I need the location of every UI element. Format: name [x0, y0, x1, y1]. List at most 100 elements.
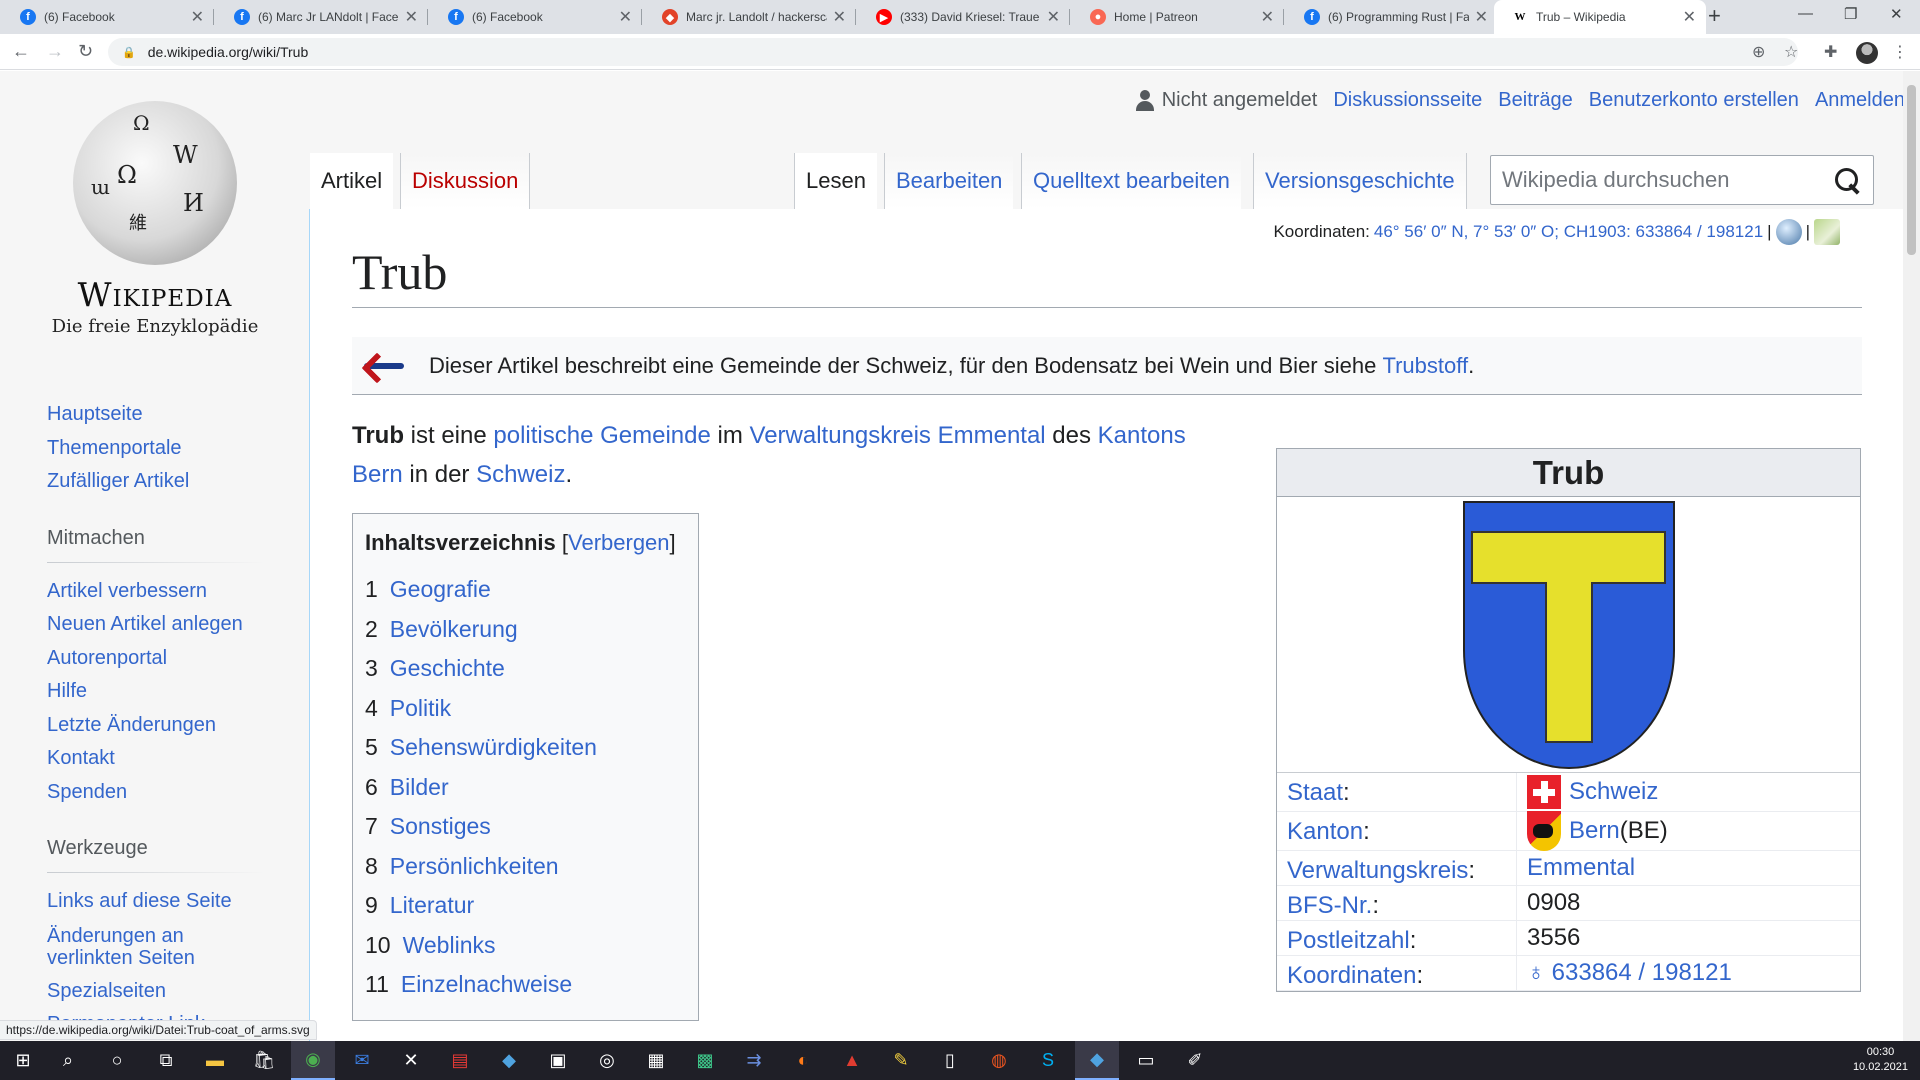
notes-icon[interactable]: ✐: [1182, 1048, 1208, 1072]
infobox-label[interactable]: Staat:: [1277, 773, 1517, 811]
toc-link[interactable]: Bilder: [390, 768, 449, 808]
cortana-icon[interactable]: ○: [104, 1048, 130, 1072]
document-icon[interactable]: ▯: [937, 1048, 963, 1072]
lead-link-verwaltungskreis[interactable]: Verwaltungskreis Emmental: [750, 422, 1046, 449]
close-tab-icon[interactable]: ✕: [1047, 7, 1060, 27]
wikipedia-logo[interactable]: Ω W Ω И 維 ɯ Wikipedia Die freie Enzyklop…: [47, 101, 263, 337]
hatnote-link[interactable]: Trubstoff: [1382, 353, 1468, 379]
inkscape-icon[interactable]: ✕: [398, 1048, 424, 1072]
toc-item[interactable]: 11 Einzelnachweise: [365, 965, 686, 1005]
talk-page-link[interactable]: Diskussionsseite: [1333, 89, 1482, 112]
infobox-value-text[interactable]: Schweiz: [1569, 778, 1658, 806]
new-tab-button[interactable]: +: [1708, 3, 1721, 29]
zoom-icon[interactable]: ⊕: [1752, 42, 1765, 62]
toc-link[interactable]: Bevölkerung: [390, 610, 518, 650]
bern-flag-icon[interactable]: [1527, 811, 1561, 851]
toc-item[interactable]: 9 Literatur: [365, 886, 686, 926]
toc-link[interactable]: Geschichte: [390, 649, 505, 689]
sidebar-nav-item-2[interactable]: Zufälliger Artikel: [47, 465, 277, 499]
coat-of-arms-image[interactable]: [1277, 497, 1860, 773]
toc-item[interactable]: 3 Geschichte: [365, 649, 686, 689]
toc-link[interactable]: Literatur: [390, 886, 474, 926]
browser-tab[interactable]: f (6) Facebook ✕: [430, 0, 642, 34]
search-icon[interactable]: [1833, 166, 1863, 196]
close-window-button[interactable]: ✕: [1890, 5, 1903, 23]
forward-icon[interactable]: →: [46, 41, 64, 62]
pen-icon[interactable]: ✎: [888, 1048, 914, 1072]
toc-item[interactable]: 8 Persönlichkeiten: [365, 847, 686, 887]
infobox-value-text[interactable]: Emmental: [1527, 854, 1635, 882]
map-icon[interactable]: [1814, 219, 1840, 245]
search-input[interactable]: Wikipedia durchsuchen: [1490, 155, 1874, 205]
ubuntu-icon[interactable]: ◍: [986, 1048, 1012, 1072]
sidebar-mitmachen-item-3[interactable]: Hilfe: [47, 675, 277, 709]
login-link[interactable]: Anmelden: [1815, 89, 1905, 112]
toc-toggle-link[interactable]: Verbergen: [568, 530, 670, 555]
sidebar-mitmachen-item-6[interactable]: Spenden: [47, 776, 277, 810]
sidebar-mitmachen-item-0[interactable]: Artikel verbessern: [47, 575, 277, 609]
browser-tab[interactable]: ◆ Marc jr. Landolt / hackerscape ✕: [644, 0, 856, 34]
close-tab-icon[interactable]: ✕: [1475, 7, 1488, 27]
toc-link[interactable]: Politik: [390, 689, 451, 729]
tools-icon[interactable]: ⇉: [741, 1048, 767, 1072]
windows-start-icon[interactable]: ⊞: [10, 1048, 36, 1072]
close-tab-icon[interactable]: ✕: [619, 7, 632, 27]
sidebar-mitmachen-item-2[interactable]: Autorenportal: [47, 642, 277, 676]
extensions-icon[interactable]: ✚: [1824, 42, 1837, 62]
sidebar-mitmachen-item-4[interactable]: Letzte Änderungen: [47, 709, 277, 743]
lead-link-politische-gemeinde[interactable]: politische Gemeinde: [493, 422, 710, 449]
sidebar-mitmachen-item-1[interactable]: Neuen Artikel anlegen: [47, 608, 277, 642]
infobox-label[interactable]: Kanton:: [1277, 812, 1517, 850]
swiss-flag-icon[interactable]: [1527, 775, 1561, 809]
search-icon[interactable]: ⌕: [55, 1048, 81, 1072]
infobox-value-text[interactable]: Bern: [1569, 817, 1620, 845]
tab-history[interactable]: Versionsgeschichte: [1253, 153, 1467, 209]
tab-read[interactable]: Lesen: [794, 153, 877, 209]
restore-button[interactable]: ❐: [1844, 5, 1857, 23]
tab-edit-source[interactable]: Quelltext bearbeiten: [1021, 153, 1241, 209]
browser-tab[interactable]: f (6) Programming Rust | Facebook ✕: [1286, 0, 1498, 34]
file-explorer-icon[interactable]: ▬: [202, 1048, 228, 1072]
page-scrollbar[interactable]: [1903, 71, 1920, 1041]
toc-item[interactable]: 7 Sonstiges: [365, 807, 686, 847]
obs-icon[interactable]: ◎: [594, 1048, 620, 1072]
toc-link[interactable]: Einzelnachweise: [401, 965, 572, 1005]
close-tab-icon[interactable]: ✕: [191, 7, 204, 27]
close-tab-icon[interactable]: ✕: [405, 7, 418, 27]
sidebar-nav-item-0[interactable]: Hauptseite: [47, 398, 277, 432]
toc-item[interactable]: 5 Sehenswürdigkeiten: [365, 728, 686, 768]
toc-link[interactable]: Sehenswürdigkeiten: [390, 728, 597, 768]
system-clock[interactable]: 00:30 10.02.2021: [1853, 1045, 1908, 1075]
voice-meeter-icon[interactable]: ▤: [447, 1048, 473, 1072]
live-icon[interactable]: ▦: [643, 1048, 669, 1072]
infobox-label[interactable]: Postleitzahl:: [1277, 921, 1517, 955]
sidebar-nav-item-1[interactable]: Themenportale: [47, 432, 277, 466]
back-icon[interactable]: ←: [12, 41, 30, 62]
minimize-button[interactable]: —: [1798, 5, 1813, 22]
tab-discussion[interactable]: Diskussion: [400, 153, 531, 209]
globe-map-icon[interactable]: [1775, 219, 1802, 245]
coordinates-link[interactable]: 46° 56′ 0″ N, 7° 53′ 0″ O; CH1903: 63386…: [1374, 222, 1763, 242]
infobox-label[interactable]: Koordinaten:: [1277, 956, 1517, 990]
toc-link[interactable]: Weblinks: [403, 926, 496, 966]
thunderbird-icon[interactable]: ✉: [349, 1048, 375, 1072]
toc-item[interactable]: 4 Politik: [365, 689, 686, 729]
tab-article[interactable]: Artikel: [310, 153, 394, 209]
browser-tab[interactable]: ● Home | Patreon ✕: [1072, 0, 1284, 34]
browser-tab[interactable]: ▶ (333) David Kriesel: Traue keinem Scan ✕: [858, 0, 1070, 34]
photo-icon[interactable]: ▣: [545, 1048, 571, 1072]
lead-link-schweiz[interactable]: Schweiz: [476, 461, 565, 488]
scrollbar-thumb[interactable]: [1907, 85, 1916, 255]
task-view-icon[interactable]: ⧉: [153, 1048, 179, 1072]
browser-tab[interactable]: W Trub – Wikipedia ✕: [1494, 0, 1706, 34]
infobox-label[interactable]: BFS-Nr.:: [1277, 886, 1517, 920]
tab-edit[interactable]: Bearbeiten: [884, 153, 1014, 209]
url-field[interactable]: 🔒 de.wikipedia.org/wiki/Trub: [108, 38, 1798, 66]
qtox-icon[interactable]: ◆: [496, 1048, 522, 1072]
toc-link[interactable]: Persönlichkeiten: [390, 847, 559, 887]
close-tab-icon[interactable]: ✕: [1261, 7, 1274, 27]
profile-avatar[interactable]: [1856, 42, 1878, 64]
create-account-link[interactable]: Benutzerkonto erstellen: [1589, 89, 1799, 112]
anydesk-icon[interactable]: ▲: [839, 1048, 865, 1072]
chrome-icon[interactable]: ◉: [291, 1041, 335, 1080]
